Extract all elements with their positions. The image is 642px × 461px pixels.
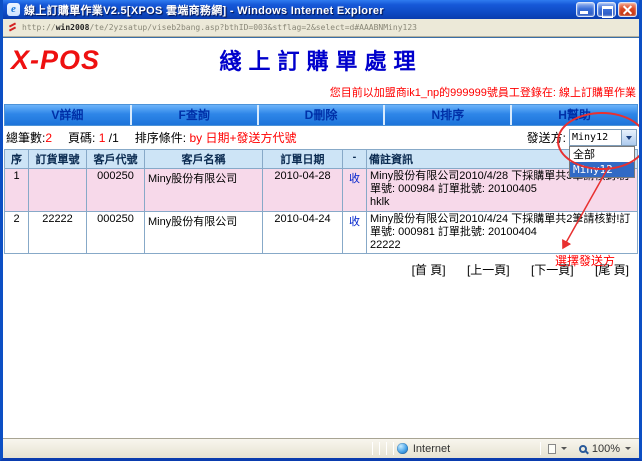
internet-explorer-icon: e — [7, 3, 20, 16]
page-error-icon — [8, 22, 17, 33]
cell-order-date: 2010-04-28 — [263, 169, 343, 212]
window-title: 線上訂購單作業V2.5[XPOS 雲端商務網] - Windows Intern… — [24, 2, 574, 18]
page-menu-button[interactable] — [544, 444, 575, 454]
address-url[interactable]: http://win2008/te/2yzsatup/viseb2bang.as… — [22, 23, 417, 32]
login-info-text: 您目前以加盟商ik1_np的999999號員工登錄在: 線上訂購單作業 — [3, 84, 639, 98]
statusbar-separator — [540, 442, 541, 455]
table-row[interactable]: 2 22222 000250 Miny股份有限公司 2010-04-24 收 M… — [5, 211, 638, 254]
prev-page-link[interactable]: [上一頁] — [467, 263, 510, 277]
cell-customer-code: 000250 — [87, 211, 145, 254]
help-button[interactable]: H幫助 — [512, 105, 637, 125]
cell-receive[interactable]: 收 — [343, 169, 367, 212]
xpos-logo: X-POS — [11, 45, 100, 76]
col-customer-code: 客戶代號 — [87, 150, 145, 169]
cell-remark: Miny股份有限公司2010/4/24 下採購單共2筆請核對!訂單號: 0009… — [367, 211, 638, 254]
cell-order-no — [29, 169, 87, 212]
page-label: 頁碼: — [68, 131, 95, 145]
zoom-control[interactable]: 100% — [575, 443, 639, 455]
sender-select[interactable]: Miny12 — [569, 129, 637, 146]
chevron-down-icon — [626, 136, 632, 140]
total-records: 總筆數:2 — [6, 129, 52, 146]
sort-value: by 日期+發送方代號 — [189, 131, 296, 145]
col-customer-name: 客戶名稱 — [145, 150, 263, 169]
statusbar-separator — [386, 442, 387, 455]
browser-window: e 線上訂購單作業V2.5[XPOS 雲端商務網] - Windows Inte… — [0, 0, 642, 461]
page-content: X-POS 綫上訂購單處理 您目前以加盟商ik1_np的999999號員工登錄在… — [3, 37, 639, 438]
page-number: 頁碼: 1 /1 — [68, 129, 119, 146]
statusbar: Internet 100% — [3, 438, 639, 458]
statusbar-spacer — [3, 439, 369, 458]
dropdown-arrow-icon — [561, 447, 567, 450]
col-seq: 序 — [5, 150, 29, 169]
cell-customer-name: Miny股份有限公司 — [145, 169, 263, 212]
cell-order-no: 22222 — [29, 211, 87, 254]
magnifier-icon — [579, 445, 587, 453]
query-button[interactable]: F查詢 — [132, 105, 259, 125]
annotation-select-sender: 選擇發送方 — [555, 252, 615, 269]
sender-label: 發送方: — [527, 129, 566, 146]
page-icon — [548, 444, 556, 454]
toolbar: V詳細 F查詢 D刪除 N排序 H幫助 — [4, 104, 638, 126]
col-receive: - — [343, 150, 367, 169]
pagination: [首 頁] [上一頁] [下一頁] [尾 頁] — [3, 254, 639, 278]
cell-customer-code: 000250 — [87, 169, 145, 212]
sort-button[interactable]: N排序 — [385, 105, 512, 125]
url-host: win2008 — [56, 23, 90, 32]
delete-button[interactable]: D刪除 — [259, 105, 386, 125]
dropdown-arrow-icon — [625, 447, 631, 450]
sort-condition: 排序條件: by 日期+發送方代號 — [135, 129, 297, 146]
total-value: 2 — [45, 131, 52, 145]
table-header-row: 序 訂貨單號 客戶代號 客戶名稱 訂單日期 - 備註資訊 — [5, 150, 638, 169]
cell-seq: 2 — [5, 211, 29, 254]
sender-dropdown-button[interactable] — [621, 130, 636, 145]
status-line: 總筆數:2 頁碼: 1 /1 排序條件: by 日期+發送方代號 發送方: Mi… — [3, 126, 639, 147]
close-button[interactable] — [618, 2, 637, 17]
security-zone: Internet — [397, 443, 537, 455]
cell-receive[interactable]: 收 — [343, 211, 367, 254]
sender-selected-value: Miny12 — [570, 132, 621, 143]
cell-seq: 1 — [5, 169, 29, 212]
col-order-date: 訂單日期 — [263, 150, 343, 169]
sender-select-wrap: Miny12 全部 Miny12 — [569, 129, 637, 146]
cell-customer-name: Miny股份有限公司 — [145, 211, 263, 254]
statusbar-separator — [393, 442, 394, 455]
dropdown-option-miny12[interactable]: Miny12 — [570, 162, 634, 177]
page-current: 1 — [99, 131, 106, 145]
maximize-button[interactable] — [597, 2, 616, 17]
first-page-link[interactable]: [首 頁] — [412, 263, 446, 277]
detail-button[interactable]: V詳細 — [5, 105, 132, 125]
url-path: /te/2yzsatup/viseb2bang.asp?bthID=003&st… — [89, 23, 417, 32]
title-bar: e 線上訂購單作業V2.5[XPOS 雲端商務網] - Windows Inte… — [3, 0, 639, 19]
statusbar-separator — [379, 442, 380, 455]
page-total: /1 — [109, 131, 119, 145]
cell-order-date: 2010-04-24 — [263, 211, 343, 254]
internet-globe-icon — [397, 443, 408, 454]
statusbar-separator — [372, 442, 373, 455]
sender-area: 發送方: Miny12 全部 Miny12 — [527, 129, 637, 146]
orders-table: 序 訂貨單號 客戶代號 客戶名稱 訂單日期 - 備註資訊 1 000250 Mi… — [4, 149, 638, 254]
total-label: 總筆數: — [6, 131, 45, 145]
sort-label: 排序條件: — [135, 131, 186, 145]
address-bar: http://win2008/te/2yzsatup/viseb2bang.as… — [3, 19, 639, 37]
zone-label: Internet — [413, 443, 450, 455]
sender-dropdown-list: 全部 Miny12 — [569, 146, 635, 178]
zoom-level: 100% — [592, 443, 620, 455]
dropdown-option-all[interactable]: 全部 — [570, 147, 634, 162]
minimize-button[interactable] — [576, 2, 595, 17]
col-order-no: 訂貨單號 — [29, 150, 87, 169]
table-row[interactable]: 1 000250 Miny股份有限公司 2010-04-28 收 Miny股份有… — [5, 169, 638, 212]
url-protocol: http:// — [22, 23, 56, 32]
